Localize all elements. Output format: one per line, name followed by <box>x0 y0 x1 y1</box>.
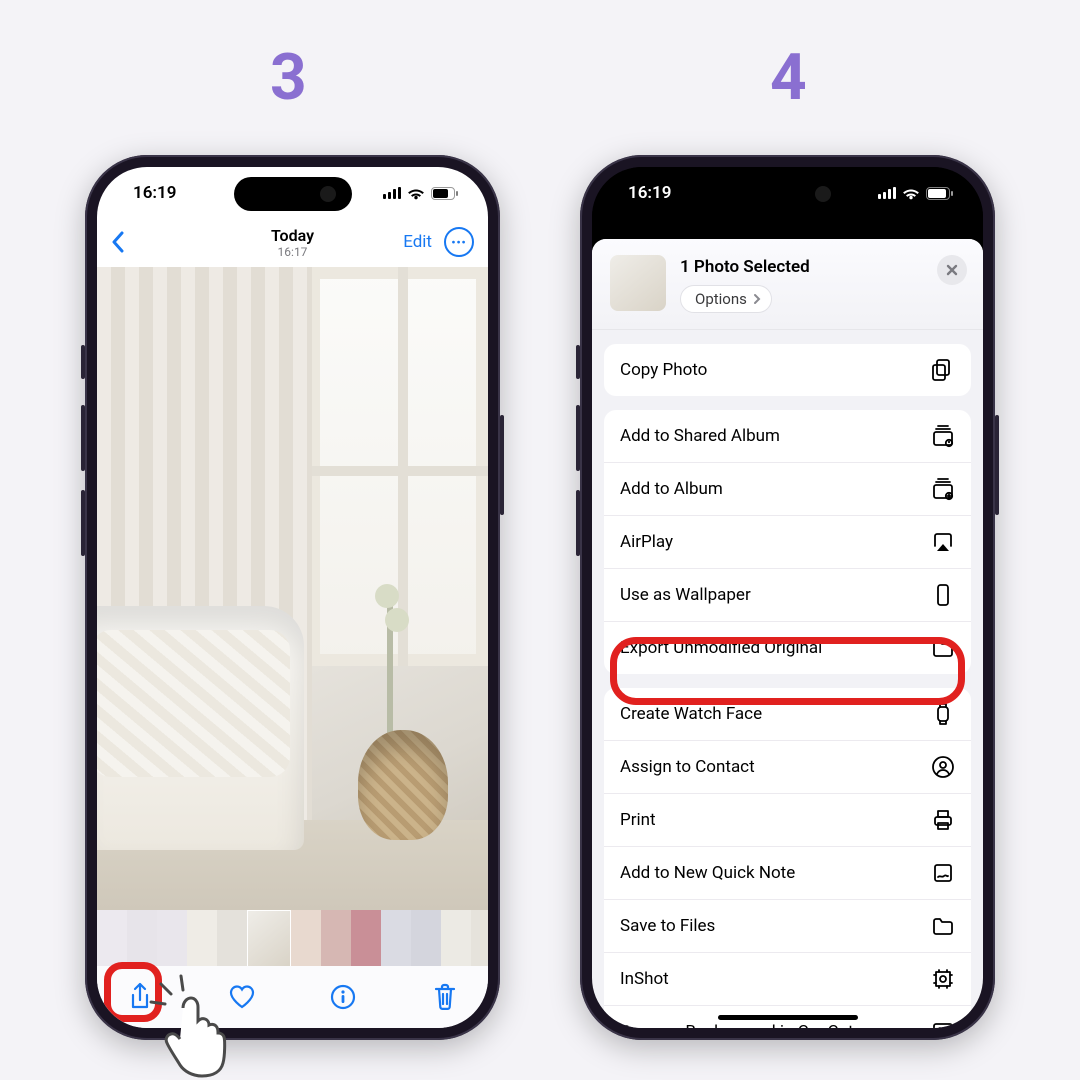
screen-photos: 16:19 Today 16:17 Edit ••• <box>97 167 488 1028</box>
image-icon <box>931 1020 955 1028</box>
battery-icon <box>926 187 953 200</box>
close-icon <box>946 264 958 276</box>
share-action-label: Assign to Contact <box>620 757 755 777</box>
share-action-print[interactable]: Print <box>604 793 971 846</box>
share-action-label: Add to Shared Album <box>620 426 780 446</box>
wifi-icon <box>407 187 425 200</box>
cellular-icon <box>878 187 896 199</box>
status-time: 16:19 <box>133 183 176 203</box>
chevron-right-icon <box>753 293 761 305</box>
step-number-3: 3 <box>270 40 307 115</box>
photo-viewer[interactable] <box>97 267 488 910</box>
share-action-label: Create Watch Face <box>620 704 762 724</box>
share-action-airplay[interactable]: AirPlay <box>604 515 971 568</box>
share-action-label: Use as Wallpaper <box>620 585 751 605</box>
nav-bar: Today 16:17 Edit ••• <box>97 219 488 265</box>
share-action-label: Remove Background in CapCut <box>620 1022 854 1028</box>
share-sheet: 1 Photo Selected Options Copy Photo Add t… <box>592 239 983 1028</box>
share-action-label: Save to Files <box>620 916 715 936</box>
shared-album-icon <box>931 424 955 448</box>
more-button[interactable]: ••• <box>444 227 474 257</box>
step-number-4: 4 <box>770 40 807 115</box>
share-action-shared-album[interactable]: Add to Shared Album <box>604 410 971 462</box>
watch-icon <box>931 702 955 726</box>
contact-icon <box>931 755 955 779</box>
share-action-contact[interactable]: Assign to Contact <box>604 740 971 793</box>
back-button[interactable] <box>111 231 125 253</box>
screen-share-sheet: 16:19 1 Photo Selected Options <box>592 167 983 1028</box>
airplay-icon <box>931 530 955 554</box>
share-action-crop[interactable]: InShot <box>604 952 971 1005</box>
folder-icon <box>931 914 955 938</box>
album-icon <box>931 477 955 501</box>
share-action-label: AirPlay <box>620 532 673 552</box>
share-action-label: Print <box>620 810 656 830</box>
selected-photo-thumb <box>610 255 666 311</box>
crop-icon <box>931 967 955 991</box>
trash-icon <box>433 983 457 1011</box>
status-time: 16:19 <box>628 183 671 203</box>
tap-hand-icon <box>137 968 247 1078</box>
options-button[interactable]: Options <box>680 285 772 313</box>
info-button[interactable] <box>328 984 358 1010</box>
info-icon <box>330 984 356 1010</box>
wallpaper-icon <box>931 583 955 607</box>
print-icon <box>931 808 955 832</box>
selected-count: 1 Photo Selected <box>680 257 923 277</box>
copy-icon <box>931 358 955 382</box>
dynamic-island <box>234 177 352 211</box>
share-action-label: Add to Album <box>620 479 723 499</box>
share-action-wallpaper[interactable]: Use as Wallpaper <box>604 568 971 621</box>
share-action-copy[interactable]: Copy Photo <box>604 344 971 396</box>
share-action-group: Copy Photo <box>604 344 971 396</box>
share-action-group: Create Watch Face Assign to Contact Print A… <box>604 688 971 1028</box>
wifi-icon <box>902 187 920 200</box>
share-action-label: Copy Photo <box>620 360 707 380</box>
highlight-ring-wallpaper <box>610 637 965 705</box>
share-sheet-header: 1 Photo Selected Options <box>592 239 983 330</box>
share-action-folder[interactable]: Save to Files <box>604 899 971 952</box>
close-button[interactable] <box>937 255 967 285</box>
thumbnail-strip[interactable] <box>97 910 488 966</box>
share-action-label: InShot <box>620 969 669 989</box>
edit-button[interactable]: Edit <box>403 232 432 252</box>
dynamic-island <box>729 177 847 211</box>
delete-button[interactable] <box>430 983 460 1011</box>
phone-frame-step4: 16:19 1 Photo Selected Options <box>580 155 995 1040</box>
share-action-group: Add to Shared Album Add to Album AirPlay Us… <box>604 410 971 674</box>
cellular-icon <box>383 187 401 199</box>
note-icon <box>931 861 955 885</box>
home-indicator[interactable] <box>718 1015 858 1020</box>
battery-icon <box>431 187 458 200</box>
phone-frame-step3: 16:19 Today 16:17 Edit ••• <box>85 155 500 1040</box>
share-action-note[interactable]: Add to New Quick Note <box>604 846 971 899</box>
share-action-label: Add to New Quick Note <box>620 863 795 883</box>
share-action-album[interactable]: Add to Album <box>604 462 971 515</box>
